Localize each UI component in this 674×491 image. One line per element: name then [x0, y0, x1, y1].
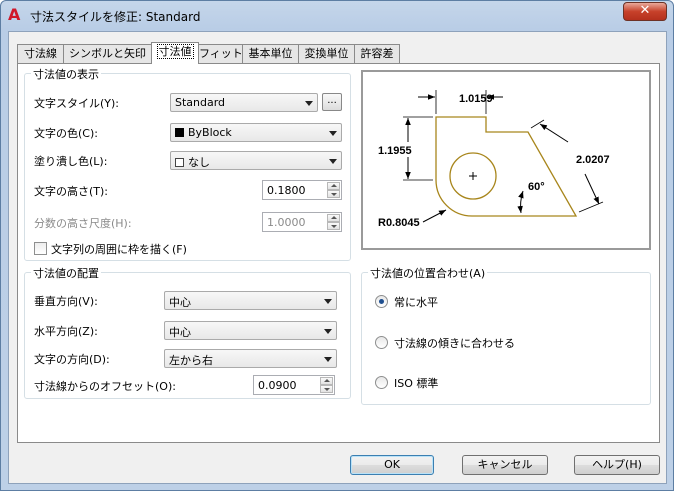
spin-up-icon[interactable] [327, 182, 340, 190]
chevron-down-icon [324, 329, 332, 334]
view-direction-dropdown[interactable]: 左から右 [164, 349, 337, 368]
text-style-dropdown[interactable]: Standard [170, 93, 318, 112]
spin-up-icon[interactable] [320, 377, 333, 385]
radius-text: R0.8045 [378, 217, 420, 229]
offset-value: 0.0900 [258, 379, 297, 392]
fraction-height-value: 1.0000 [267, 216, 306, 229]
offset-spinner[interactable]: 0.0900 [253, 375, 335, 395]
title-bar[interactable]: A 寸法スタイルを修正: Standard ✕ [1, 1, 673, 31]
text-height-value: 0.1800 [267, 184, 306, 197]
spin-up-icon [327, 214, 340, 222]
tab-symbols-arrows[interactable]: シンボルと矢印 [63, 44, 152, 63]
horizontal-dropdown[interactable]: 中心 [164, 321, 337, 340]
tab-text[interactable]: 寸法値 [151, 42, 199, 64]
view-direction-value: 左から右 [169, 354, 213, 367]
align-horizontal-label[interactable]: 常に水平 [394, 294, 438, 310]
preview-panel: 1.0159 1.1955 2.0207 60° R0.8045 [361, 70, 651, 250]
help-button[interactable]: ヘルプ(H) [574, 455, 660, 475]
chevron-down-icon [324, 299, 332, 304]
text-style-value: Standard [175, 96, 226, 109]
color-swatch-icon [175, 128, 184, 137]
align-with-line-label[interactable]: 寸法線の傾きに合わせる [394, 335, 515, 351]
fraction-height-label: 分数の高さ尺度(H): [34, 217, 132, 230]
autocad-logo-icon: A [8, 5, 21, 24]
tab-alternate-units[interactable]: 変換単位 [298, 44, 355, 63]
text-height-spinner[interactable]: 0.1800 [262, 180, 342, 200]
text-alignment-title: 寸法値の位置合わせ(A) [368, 265, 488, 281]
spin-down-icon[interactable] [320, 385, 333, 393]
chevron-down-icon [329, 159, 337, 164]
horizontal-label: 水平方向(Z): [34, 325, 98, 338]
fill-color-dropdown[interactable]: なし [170, 151, 342, 170]
part-outline [435, 116, 578, 217]
offset-label: 寸法線からのオフセット(O): [34, 380, 176, 393]
text-color-value: ByBlock [188, 126, 232, 139]
text-style-browse-button[interactable]: ... [322, 93, 342, 111]
ok-button[interactable]: OK [350, 455, 434, 475]
cancel-button[interactable]: キャンセル [462, 455, 548, 475]
text-tab-page: 寸法値の表示 文字スタイル(Y): Standard ... 文字の色(C): … [17, 63, 660, 443]
dim-right-text: 2.0207 [576, 154, 610, 166]
align-iso-label[interactable]: ISO 標準 [394, 375, 438, 391]
dimension-preview: 1.0159 1.1955 2.0207 60° R0.8045 [378, 90, 610, 229]
chevron-down-icon [305, 101, 313, 106]
draw-frame-checkbox[interactable] [34, 242, 47, 255]
text-placement-title: 寸法値の配置 [31, 265, 101, 281]
text-style-label: 文字スタイル(Y): [34, 97, 120, 110]
close-button[interactable]: ✕ [623, 2, 667, 21]
chevron-down-icon [324, 357, 332, 362]
text-color-dropdown[interactable]: ByBlock [170, 123, 342, 142]
align-with-line-radio[interactable] [375, 336, 388, 349]
dim-left-text: 1.1955 [378, 145, 412, 157]
align-horizontal-radio[interactable] [375, 295, 388, 308]
dim-top-text: 1.0159 [459, 93, 493, 105]
tab-text-label: 寸法値 [156, 44, 194, 59]
fill-color-value: なし [188, 156, 210, 169]
window-title: 寸法スタイルを修正: Standard [30, 10, 201, 24]
dialog-window: A 寸法スタイルを修正: Standard ✕ 寸法線 シンボルと矢印 寸法値 … [0, 0, 674, 491]
tab-fit[interactable]: フィット [198, 44, 243, 63]
vertical-dropdown[interactable]: 中心 [164, 291, 337, 310]
text-alignment-group: 寸法値の位置合わせ(A) 常に水平 寸法線の傾きに合わせる ISO 標準 [361, 265, 651, 405]
angle-text: 60° [528, 181, 545, 193]
tab-tolerances[interactable]: 許容差 [354, 44, 400, 63]
tab-dimension-lines[interactable]: 寸法線 [17, 44, 64, 63]
empty-swatch-icon [175, 158, 184, 167]
vertical-value: 中心 [169, 296, 191, 309]
spin-down-icon[interactable] [327, 190, 340, 198]
text-color-label: 文字の色(C): [34, 127, 98, 140]
text-height-label: 文字の高さ(T): [34, 185, 109, 198]
align-iso-radio[interactable] [375, 376, 388, 389]
spin-down-icon [327, 222, 340, 230]
horizontal-value: 中心 [169, 326, 191, 339]
draw-frame-label[interactable]: 文字列の周囲に枠を描く(F) [51, 241, 187, 257]
view-direction-label: 文字の方向(D): [34, 353, 110, 366]
chevron-down-icon [329, 131, 337, 136]
dialog-client-area: 寸法線 シンボルと矢印 寸法値 フィット 基本単位 変換単位 許容差 寸法値の表… [8, 31, 667, 484]
fraction-height-spinner: 1.0000 [262, 212, 342, 232]
text-appearance-group: 寸法値の表示 文字スタイル(Y): Standard ... 文字の色(C): … [24, 66, 351, 261]
fill-color-label: 塗り潰し色(L): [34, 155, 108, 168]
tab-primary-units[interactable]: 基本単位 [242, 44, 299, 63]
vertical-label: 垂直方向(V): [34, 295, 98, 308]
text-appearance-title: 寸法値の表示 [31, 66, 101, 82]
text-placement-group: 寸法値の配置 垂直方向(V): 中心 水平方向(Z): 中心 文字の方向(D):… [24, 265, 351, 399]
